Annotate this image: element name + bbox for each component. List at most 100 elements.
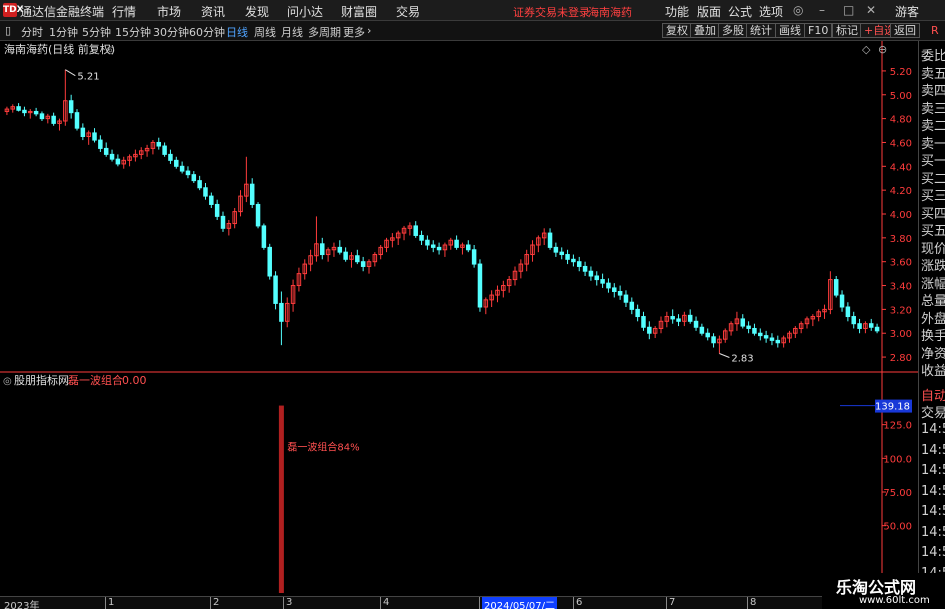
more-chevron-icon[interactable]: › <box>367 24 371 37</box>
multi-stock-button[interactable]: 多股 <box>718 23 748 38</box>
menu-item-shichang[interactable]: 市场 <box>157 3 181 20</box>
period-tab-30min[interactable]: 30分钟 <box>153 24 189 40</box>
period-tab-more[interactable]: 更多 <box>343 24 365 40</box>
tick-time-label: 14:56 <box>921 463 945 478</box>
indicator-tick-label: 50.00 <box>883 522 912 533</box>
indicator-value: 0.00 <box>122 374 147 387</box>
back-button[interactable]: 返回 <box>890 23 920 38</box>
price-tick-label: 4.00 <box>890 210 912 221</box>
candle-body <box>647 326 652 334</box>
menu-item-faxian[interactable]: 发现 <box>245 3 269 20</box>
candle-body <box>214 203 220 217</box>
price-tick-label: 3.60 <box>890 258 912 269</box>
diamond-icon[interactable]: ◇ <box>862 43 871 56</box>
indicator-menu-icon[interactable]: ◎ <box>3 376 12 387</box>
zoom-out-icon[interactable]: ⊖ <box>878 43 887 56</box>
period-tab-15min[interactable]: 15分钟 <box>115 24 151 40</box>
candle-body <box>775 339 781 344</box>
period-tab-multi[interactable]: 多周期 <box>308 24 341 40</box>
candle-body <box>267 246 272 277</box>
draw-line-button[interactable]: 画线 <box>775 23 805 38</box>
time-axis-tick <box>747 597 748 609</box>
candle-body <box>676 318 681 322</box>
app-logo-icon: TDX <box>3 3 24 17</box>
menu-item-xuanxiang[interactable]: 选项 <box>759 3 783 20</box>
candle-body <box>553 246 559 253</box>
candle-body <box>600 279 605 284</box>
menu-item-hangqing[interactable]: 行情 <box>112 3 136 20</box>
candle-body <box>16 106 21 111</box>
stats-button[interactable]: 统计 <box>746 23 776 38</box>
indicator-tick-label: 100.0 <box>883 454 912 465</box>
overlay-button[interactable]: 叠加 <box>690 23 720 38</box>
f10-button[interactable]: F10 <box>804 23 833 38</box>
minimize-icon[interactable]: – <box>819 3 825 17</box>
panel-toggle-icon[interactable]: ▯ <box>5 24 11 37</box>
candle-body <box>769 337 775 341</box>
candle-body <box>174 159 179 167</box>
period-tab-1min[interactable]: 1分钟 <box>49 24 78 40</box>
menu-bar: TDX 通达信金融终端 行情 市场 资讯 发现 问小达 财富圈 交易 证券交易未… <box>0 0 945 21</box>
menu-item-zixun[interactable]: 资讯 <box>201 3 225 20</box>
price-axis: 2.80 3.00 3.20 3.40 3.60 3.80 4.00 4.20 4.40 4.60… <box>0 41 918 596</box>
candle-body <box>868 323 874 328</box>
candle-body <box>699 326 705 334</box>
menu-item-wenxiaoda[interactable]: 问小达 <box>287 3 323 20</box>
mark-button[interactable]: 标记 <box>832 23 862 38</box>
price-chart-title: 海南海药(日线 前复权) <box>4 42 115 56</box>
time-axis-tick <box>479 597 480 609</box>
candle-body <box>197 180 202 189</box>
trade-status[interactable]: 证券交易未登录 <box>513 4 590 20</box>
current-value-label: 139.18 <box>875 402 910 413</box>
period-tab-monthly[interactable]: 月线 <box>281 24 303 40</box>
time-axis-label: 6 <box>576 597 583 608</box>
candle-body <box>571 258 576 263</box>
period-tab-daily[interactable]: 日线 <box>226 24 248 40</box>
price-tick-label: 3.80 <box>890 234 912 245</box>
candle-body <box>156 141 162 147</box>
candle-body <box>22 109 27 114</box>
quote-field-label: 总量 <box>921 294 945 309</box>
period-tab-60min[interactable]: 60分钟 <box>189 24 225 40</box>
candle-body <box>466 244 471 251</box>
candle-body <box>477 263 483 308</box>
guest-user[interactable]: 游客 <box>895 3 919 20</box>
menu-item-gongshi[interactable]: 公式 <box>728 3 752 20</box>
help-icon[interactable]: ◎ <box>793 3 803 17</box>
candle-body <box>471 249 477 265</box>
candle-body <box>179 165 185 172</box>
time-axis: 2023年 1 2 3 4 2024/05/07/二 6 7 8 <box>0 596 945 609</box>
candle-body <box>249 183 255 205</box>
quote-field-label: 净资 <box>921 346 945 362</box>
indicator-tick-label: 125.0 <box>883 421 912 432</box>
title-dropdown-icon[interactable]: ◎ <box>106 45 115 56</box>
menu-item-caifuquan[interactable]: 财富圈 <box>341 3 377 20</box>
menu-item-jiaoyi[interactable]: 交易 <box>396 3 420 20</box>
price-tick-label: 5.00 <box>890 91 912 102</box>
menu-item-gongneng[interactable]: 功能 <box>665 3 689 20</box>
low-annotation: 2.83 <box>719 353 754 365</box>
chart-area[interactable]: 5.21 2.83 2.80 3.00 3.20 3.40 3.60 3.80 4.00 4.2… <box>0 41 918 596</box>
time-axis-tick <box>666 597 667 609</box>
menu-item-banmian[interactable]: 版面 <box>697 3 721 20</box>
period-tab-5min[interactable]: 5分钟 <box>82 24 111 40</box>
candle-body <box>430 244 436 248</box>
time-axis-tick <box>210 597 211 609</box>
candle-body <box>109 153 115 160</box>
candle-body <box>220 215 226 229</box>
time-axis-label: 2 <box>213 597 220 608</box>
fuquan-button[interactable]: 复权 <box>662 23 692 38</box>
price-tick-label: 4.60 <box>890 138 912 149</box>
candle-body <box>162 145 167 155</box>
maximize-icon[interactable]: □ <box>843 3 854 17</box>
close-icon[interactable]: ✕ <box>866 3 876 17</box>
period-tab-fenshi[interactable]: 分时 <box>21 24 43 40</box>
quote-field-label: 换手 <box>921 329 945 344</box>
candle-body <box>33 110 39 115</box>
candle-body <box>740 318 746 327</box>
candle-body <box>413 225 418 236</box>
period-tab-weekly[interactable]: 周线 <box>254 24 276 40</box>
candle-body <box>203 187 208 197</box>
r-mark: R <box>931 24 939 37</box>
candle-body <box>273 275 278 304</box>
